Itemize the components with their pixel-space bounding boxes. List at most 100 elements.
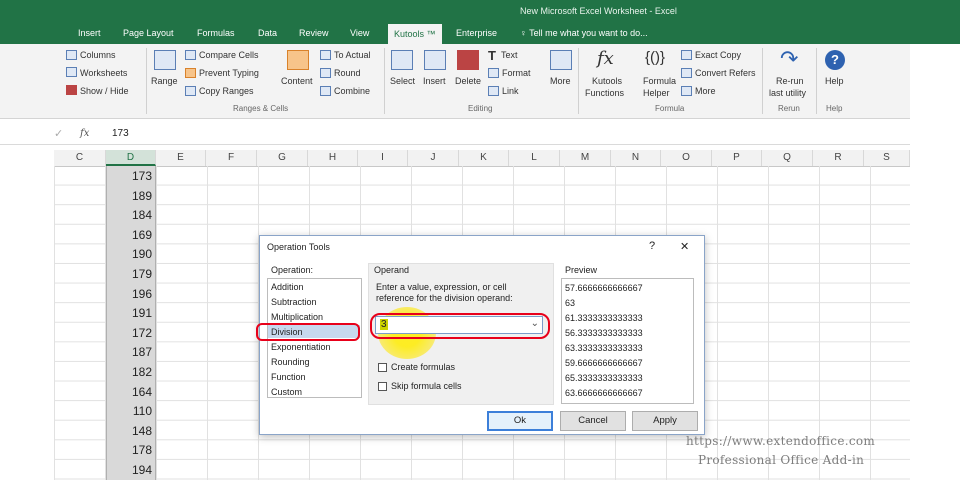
column-header-d[interactable]: D (106, 150, 156, 166)
column-header-l[interactable]: L (509, 150, 560, 166)
cell-d-value[interactable]: 148 (106, 424, 152, 438)
tab-data[interactable]: Data (258, 28, 277, 38)
group-help: Help (826, 104, 843, 113)
cell-d-value[interactable]: 179 (106, 267, 152, 281)
tell-me-box[interactable]: ♀ Tell me what you want to do... (520, 28, 648, 38)
cell-d-value[interactable]: 187 (106, 345, 152, 359)
column-header-o[interactable]: O (661, 150, 712, 166)
columns-button[interactable]: Columns (80, 50, 116, 60)
content-button[interactable]: Content (281, 76, 313, 86)
column-header-c[interactable]: C (54, 150, 106, 166)
operation-item-multiplication[interactable]: Multiplication (271, 312, 323, 322)
prevent-typing-button[interactable]: Prevent Typing (199, 68, 259, 78)
cell-d-value[interactable]: 196 (106, 287, 152, 301)
cell-d-value[interactable]: 169 (106, 228, 152, 242)
ok-button[interactable]: Ok (487, 411, 553, 431)
tab-enterprise[interactable]: Enterprise (456, 28, 497, 38)
column-header-g[interactable]: G (257, 150, 308, 166)
formula-helper-label-2[interactable]: Helper (643, 88, 670, 98)
kutools-functions-label-1[interactable]: Kutools (592, 76, 622, 86)
column-header-i[interactable]: I (358, 150, 408, 166)
cell-d-value[interactable]: 190 (106, 247, 152, 261)
skip-formula-cells-checkbox[interactable] (378, 382, 387, 391)
cell-d-value[interactable]: 172 (106, 326, 152, 340)
cell-d-value[interactable]: 191 (106, 306, 152, 320)
tab-view[interactable]: View (350, 28, 369, 38)
cell-d-value[interactable]: 182 (106, 365, 152, 379)
column-header-p[interactable]: P (712, 150, 762, 166)
cell-d-value[interactable]: 173 (106, 169, 152, 183)
help-button[interactable]: Help (825, 76, 844, 86)
cancel-button[interactable]: Cancel (560, 411, 626, 431)
kutools-functions-label-2[interactable]: Functions (585, 88, 624, 98)
more-formula-button[interactable]: More (695, 86, 716, 96)
operation-item-custom[interactable]: Custom (271, 387, 302, 397)
cell-d-value[interactable]: 178 (106, 443, 152, 457)
tab-kutools[interactable]: Kutools ™ (388, 24, 442, 44)
close-icon[interactable]: ✕ (680, 240, 689, 253)
copy-ranges-icon (185, 86, 196, 96)
exact-copy-button[interactable]: Exact Copy (695, 50, 741, 60)
copy-ranges-button[interactable]: Copy Ranges (199, 86, 254, 96)
operation-item-exponentiation[interactable]: Exponentiation (271, 342, 331, 352)
formula-check-icon[interactable]: ✓ (54, 127, 63, 140)
column-header-q[interactable]: Q (762, 150, 813, 166)
cell-d-value[interactable]: 184 (106, 208, 152, 222)
to-actual-icon (320, 50, 331, 60)
operation-item-addition[interactable]: Addition (271, 282, 304, 292)
delete-button[interactable]: Delete (455, 76, 481, 86)
exact-copy-icon (681, 50, 692, 60)
cell-d-value[interactable]: 110 (106, 404, 152, 418)
operation-item-function[interactable]: Function (271, 372, 306, 382)
cell-d-value[interactable]: 194 (106, 463, 152, 477)
rerun-label-1[interactable]: Re-run (776, 76, 804, 86)
operation-item-rounding[interactable]: Rounding (271, 357, 310, 367)
tab-page-layout[interactable]: Page Layout (123, 28, 174, 38)
create-formulas-checkbox[interactable] (378, 363, 387, 372)
ribbon-separator (384, 48, 385, 114)
formula-input[interactable]: 173 (112, 128, 129, 139)
select-icon (391, 50, 413, 70)
more-button[interactable]: More (550, 76, 571, 86)
convert-refers-button[interactable]: Convert Refers (695, 68, 756, 78)
format-icon (488, 68, 499, 78)
formula-helper-label-1[interactable]: Formula (643, 76, 676, 86)
column-header-f[interactable]: F (206, 150, 257, 166)
worksheets-button[interactable]: Worksheets (80, 68, 127, 78)
link-button[interactable]: Link (502, 86, 519, 96)
preview-value: 65.3333333333333 (565, 373, 643, 383)
to-actual-button[interactable]: To Actual (334, 50, 371, 60)
column-header-r[interactable]: R (813, 150, 864, 166)
column-header-m[interactable]: M (560, 150, 611, 166)
rerun-label-2[interactable]: last utility (769, 88, 806, 98)
text-button[interactable]: Text (501, 50, 518, 60)
column-header-j[interactable]: J (408, 150, 459, 166)
tell-me-text: Tell me what you want to do... (529, 28, 648, 38)
compare-cells-icon (185, 50, 196, 60)
range-button[interactable]: Range (151, 76, 178, 86)
operation-item-subtraction[interactable]: Subtraction (271, 297, 317, 307)
lightbulb-icon: ♀ (520, 28, 530, 38)
round-button[interactable]: Round (334, 68, 361, 78)
help-icon[interactable]: ? (649, 240, 655, 252)
combine-button[interactable]: Combine (334, 86, 370, 96)
compare-cells-button[interactable]: Compare Cells (199, 50, 259, 60)
fx-icon[interactable]: fx (80, 128, 89, 139)
column-header-k[interactable]: K (459, 150, 509, 166)
tab-review[interactable]: Review (299, 28, 329, 38)
insert-button[interactable]: Insert (423, 76, 446, 86)
select-button[interactable]: Select (390, 76, 415, 86)
preview-list (561, 278, 694, 404)
show-hide-button[interactable]: Show / Hide (80, 86, 129, 96)
cell-d-value[interactable]: 164 (106, 385, 152, 399)
apply-button[interactable]: Apply (632, 411, 698, 431)
column-header-h[interactable]: H (308, 150, 358, 166)
format-button[interactable]: Format (502, 68, 531, 78)
tab-formulas[interactable]: Formulas (197, 28, 235, 38)
column-header-n[interactable]: N (611, 150, 661, 166)
tab-insert[interactable]: Insert (78, 28, 101, 38)
delete-icon (457, 50, 479, 70)
column-header-s[interactable]: S (864, 150, 910, 166)
cell-d-value[interactable]: 189 (106, 189, 152, 203)
column-header-e[interactable]: E (156, 150, 206, 166)
